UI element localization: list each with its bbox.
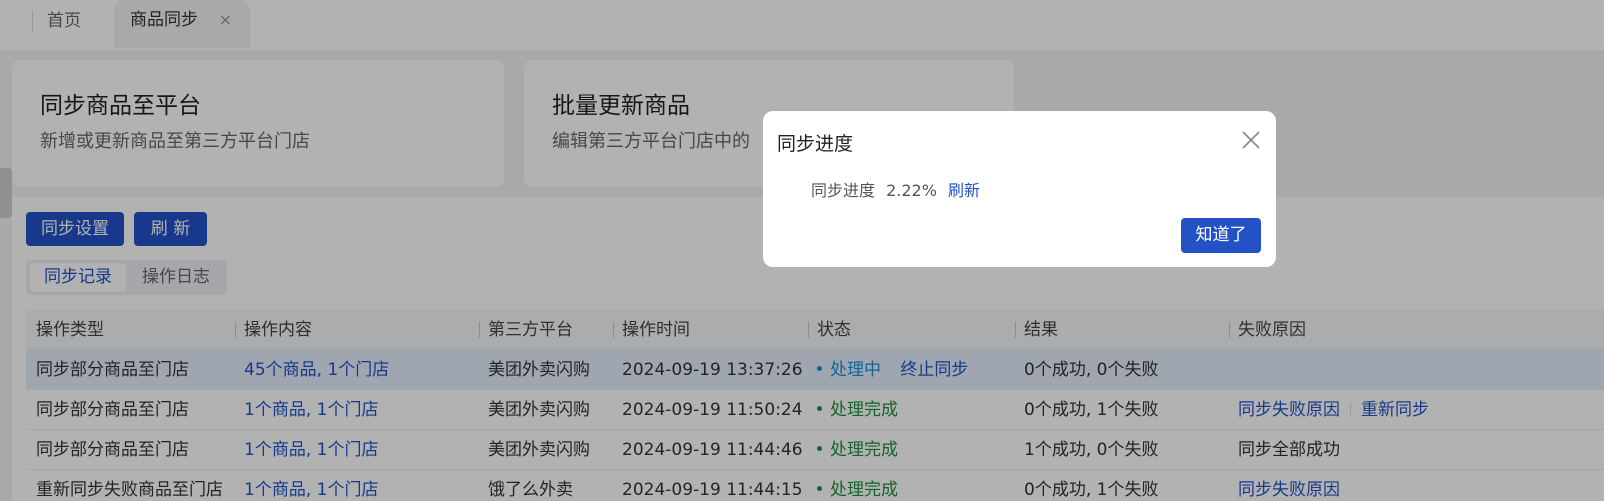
modal-close-icon[interactable]: [1240, 129, 1262, 151]
progress-label: 同步进度: [811, 181, 876, 200]
dialog-title: 同步进度: [777, 133, 854, 155]
got-it-button[interactable]: 知道了: [1181, 218, 1261, 253]
sync-progress-dialog: 同步进度 同步进度 2.22% 刷新 知道了: [763, 111, 1276, 267]
progress-value: 2.22%: [886, 181, 937, 200]
refresh-link[interactable]: 刷新: [948, 181, 980, 200]
progress-line: 同步进度 2.22% 刷新: [811, 177, 986, 201]
